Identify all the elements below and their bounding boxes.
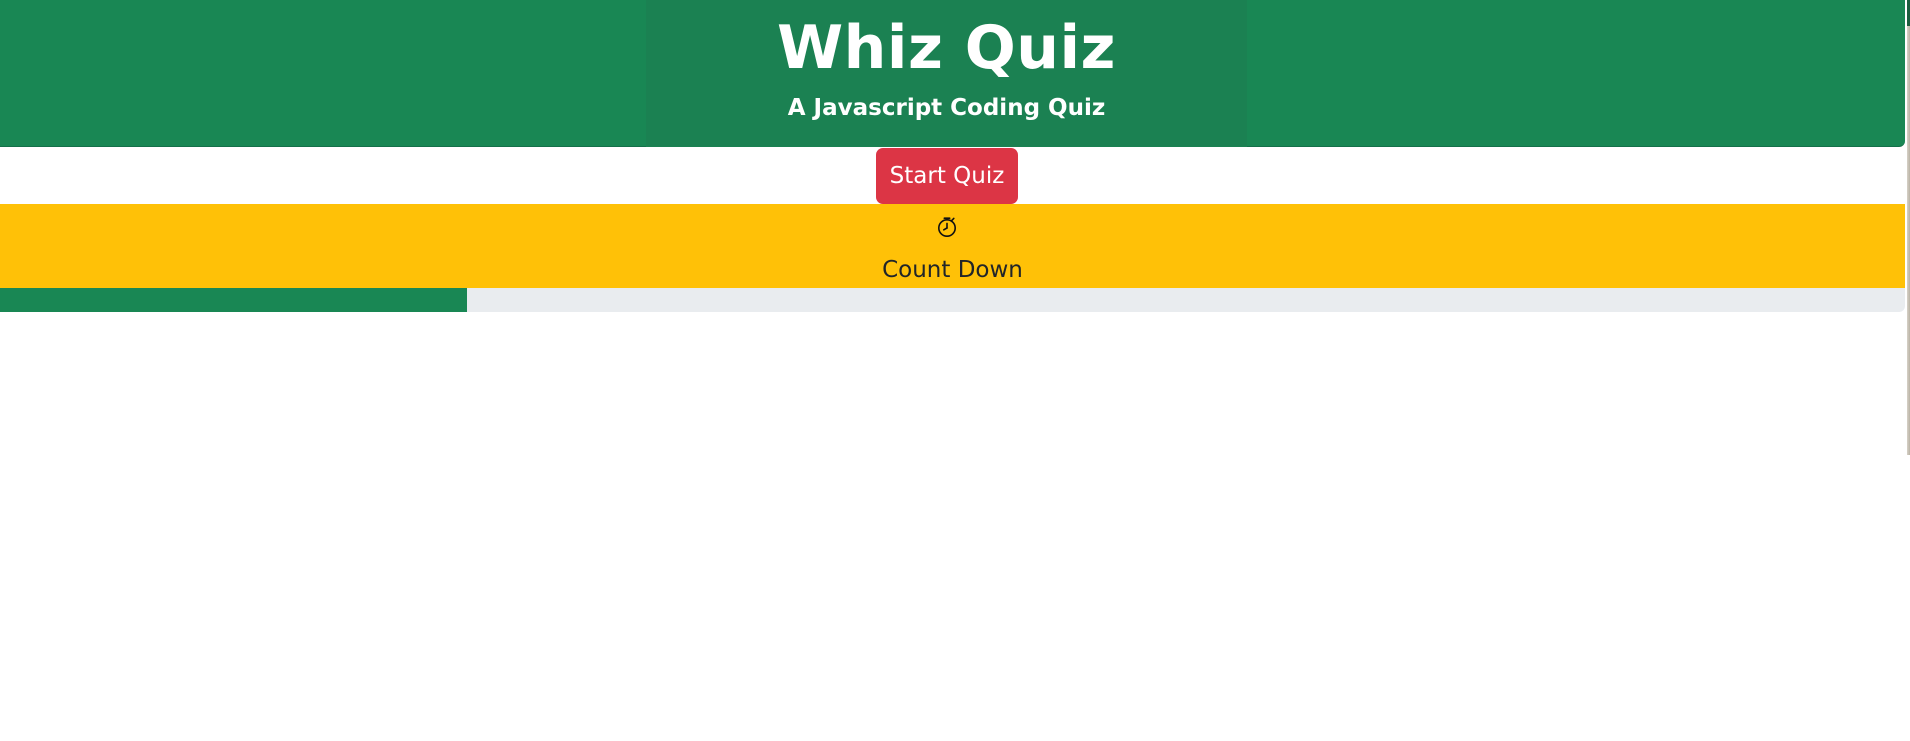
stopwatch-icon [938,217,956,237]
page-title: Whiz Quiz [777,13,1116,83]
quiz-progress-bar [0,288,1905,312]
start-quiz-button[interactable]: Start Quiz [876,148,1018,204]
quiz-page: Whiz Quiz A Javascript Coding Quiz Start… [0,0,1910,741]
countdown-panel: Count Down [0,204,1905,288]
page-header: Whiz Quiz A Javascript Coding Quiz [0,0,1905,147]
page-subtitle: A Javascript Coding Quiz [787,95,1106,121]
header-title-block: Whiz Quiz A Javascript Coding Quiz [646,0,1247,147]
countdown-label: Count Down [882,257,1023,283]
quiz-progress-fill [0,288,467,312]
